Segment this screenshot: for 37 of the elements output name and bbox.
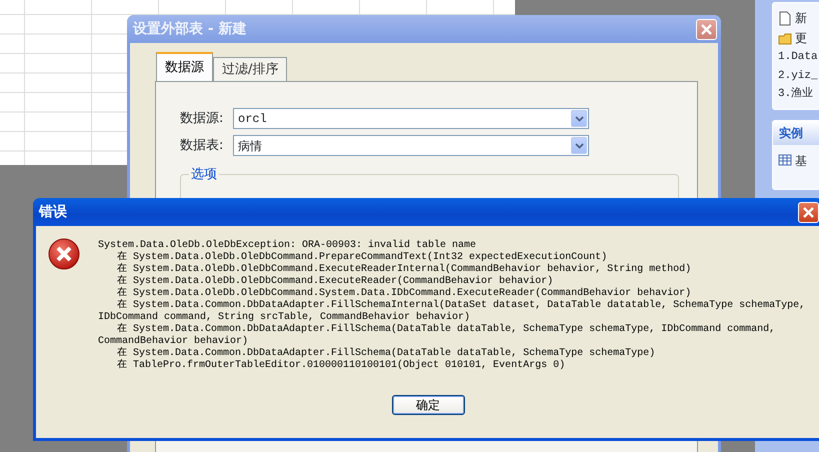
panel-heading: 实例 [773, 120, 819, 144]
message-line: 在 System.Data.Common.DbDataAdapter.FillSchemaInternal(DataSet dataset, DataTable datatable, SchemaType schemaType, [116, 300, 806, 312]
message-line: 在 System.Data.Common.DbDataAdapter.FillSchema(DataTable dataTable, SchemaType schemaType) [116, 348, 656, 359]
task-pane-link[interactable]: 新 [795, 9, 807, 27]
close-icon [700, 22, 713, 36]
combo-box[interactable]: 病情 [233, 135, 589, 156]
message-line: 在 TablePro.frmOuterTableEditor.010000110100101(Object 010101, EventArgs 0) [116, 360, 566, 372]
task-pane-link[interactable]: 2.yiz_ [778, 68, 818, 84]
tab[interactable]: 过滤/排序 [213, 56, 288, 81]
folder-icon [778, 30, 792, 46]
field-label: 数据源: [180, 110, 224, 128]
close-icon [802, 206, 815, 218]
message-line: 在 System.Data.OleDb.OleDbCommand.ExecuteReader(CommandBehavior behavior) [116, 276, 554, 287]
combo-box[interactable]: orcl [233, 108, 589, 129]
task-pane-link[interactable]: 3.渔业 [778, 86, 814, 102]
task-pane-link[interactable]: 1.Data [778, 49, 818, 66]
message-line: 在 System.Data.OleDb.OleDbCommand.PrepareCommandText(Int32 expectedExecutionCount) [116, 252, 608, 263]
message-line: IDbCommand command, String srcTable, CommandBehavior behavior) [98, 312, 472, 323]
close-button[interactable] [798, 202, 819, 222]
close-button[interactable] [696, 18, 717, 40]
message-line: 在 System.Data.OleDb.OleDbCommand.ExecuteReaderInternal(CommandBehavior behavior, String method) [116, 264, 692, 275]
window-title: 错误 [39, 202, 67, 222]
combo-value: 病情 [238, 138, 262, 154]
message-line: CommandBehavior behavior) [98, 336, 250, 347]
combo-value: orcl [238, 110, 267, 128]
message-line: System.Data.OleDb.OleDbException: ORA-00903: invalid table name [98, 240, 478, 251]
ok-button[interactable]: 确定 [392, 395, 464, 415]
task-pane-link[interactable]: 更 [795, 29, 807, 47]
task-pane-link[interactable]: 基 [795, 152, 807, 170]
document-icon [778, 10, 792, 26]
message-line: 在 System.Data.Common.DbDataAdapter.FillSchema(DataTable dataTable, SchemaType schemaType, IDbCommand command, [116, 324, 776, 336]
window-title: 设置外部表 - 新建 [133, 20, 247, 38]
message-line: 在 System.Data.OleDb.OleDbCommand.System.Data.IDbCommand.ExecuteReader(CommandBehavior behavior) [116, 288, 692, 299]
tab[interactable]: 数据源 [156, 52, 213, 81]
error-icon [48, 238, 80, 270]
field-label: 数据表: [180, 136, 224, 155]
table-icon [778, 153, 792, 168]
